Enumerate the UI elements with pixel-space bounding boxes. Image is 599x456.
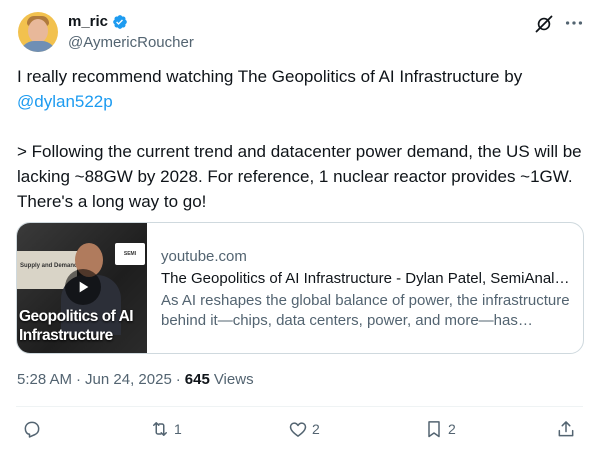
retweet-icon	[153, 422, 167, 436]
bookmark-count: 2	[448, 421, 456, 437]
tweet-quote: > Following the current trend and datace…	[17, 142, 582, 211]
avatar[interactable]	[18, 12, 58, 52]
heart-icon	[289, 422, 307, 437]
tweet-line-1: I really recommend watching The Geopolit…	[17, 67, 523, 86]
like-count: 2	[312, 421, 320, 437]
views-label: Views	[213, 371, 254, 388]
play-icon	[79, 281, 89, 293]
thumbnail-logo: SEMI	[115, 243, 145, 265]
author-handle[interactable]: @AymericRoucher	[68, 34, 194, 51]
views-count: 645	[184, 371, 210, 388]
bookmark-icon	[428, 421, 440, 438]
card-body: youtube.com The Geopolitics of AI Infras…	[147, 223, 583, 353]
card-domain: youtube.com	[161, 248, 247, 265]
card-title: The Geopolitics of AI Infrastructure - D…	[161, 270, 571, 287]
reply-button[interactable]	[22, 419, 46, 439]
grok-icon[interactable]	[534, 14, 554, 34]
card-description: As AI reshapes the global balance of pow…	[161, 292, 570, 329]
verified-badge-icon	[113, 14, 127, 29]
video-thumbnail[interactable]: Supply and Demand SEMI Geopolitics of AI…	[17, 223, 147, 353]
action-bar: 1 2 2	[0, 419, 599, 445]
share-icon	[558, 421, 574, 437]
tweet-meta: 5:28 AM · Jun 24, 2025 · 645 Views	[17, 371, 254, 388]
bookmark-button[interactable]: 2	[424, 419, 456, 439]
more-icon[interactable]	[563, 12, 585, 34]
tweet-text: I really recommend watching The Geopolit…	[17, 64, 587, 214]
avatar-face	[28, 19, 48, 43]
meta-separator: ·	[76, 371, 82, 388]
mention-link[interactable]: @dylan522p	[17, 92, 113, 111]
reply-icon	[24, 421, 40, 438]
meta-separator-2: ·	[175, 371, 181, 388]
display-name[interactable]: m_ric	[68, 13, 108, 30]
thumbnail-slide-text: Supply and Demand	[20, 263, 78, 269]
retweet-button[interactable]: 1	[150, 419, 182, 439]
tweet-date[interactable]: Jun 24, 2025	[85, 371, 172, 388]
thumbnail-title: Geopolitics of AI Infrastructure	[19, 308, 134, 344]
like-button[interactable]: 2	[288, 419, 320, 439]
tweet-time[interactable]: 5:28 AM	[17, 371, 72, 388]
divider	[16, 406, 583, 407]
play-button[interactable]	[65, 269, 101, 305]
retweet-count: 1	[174, 421, 182, 437]
link-preview-card[interactable]: Supply and Demand SEMI Geopolitics of AI…	[16, 222, 584, 354]
share-button[interactable]	[556, 419, 576, 439]
author-name-row: m_ric	[68, 13, 128, 30]
avatar-shirt	[20, 41, 56, 52]
